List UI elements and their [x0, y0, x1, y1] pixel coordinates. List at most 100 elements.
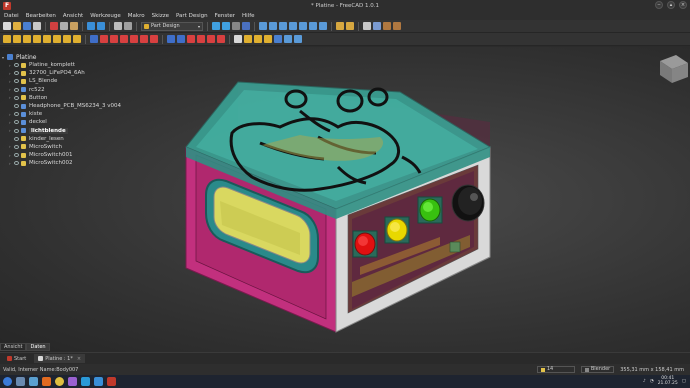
eye-icon[interactable]: [14, 112, 19, 117]
tree-item-microswitch001[interactable]: › MicroSwitch001: [2, 151, 152, 159]
clock[interactable]: 00:41 21.07.25: [658, 376, 678, 386]
tree-item-microswitch002[interactable]: › MicroSwitch002: [2, 159, 152, 167]
subtractive-pipe-icon[interactable]: [140, 35, 148, 43]
menu-werkzeuge[interactable]: Werkzeuge: [90, 13, 121, 19]
open-icon[interactable]: [13, 22, 21, 30]
menu-hilfe[interactable]: Hilfe: [242, 13, 255, 19]
file-manager-icon[interactable]: [29, 377, 38, 386]
boolean-icon[interactable]: [274, 35, 282, 43]
view-left-icon[interactable]: [319, 22, 327, 30]
thunderbird-icon[interactable]: [81, 377, 90, 386]
eye-icon[interactable]: [14, 95, 19, 100]
tree-item-kinder-lesen[interactable]: kinder_lesen: [2, 135, 152, 143]
dolphin-icon[interactable]: [94, 377, 103, 386]
measure-icon[interactable]: [336, 22, 344, 30]
navigation-cube[interactable]: [660, 55, 688, 83]
undo-icon[interactable]: [87, 22, 95, 30]
sprocket-icon[interactable]: [294, 35, 302, 43]
link-icon[interactable]: [383, 22, 391, 30]
menu-fenster[interactable]: Fenster: [215, 13, 235, 19]
tree-item-deckel[interactable]: › deckel: [2, 118, 152, 126]
view-rear-icon[interactable]: [299, 22, 307, 30]
polar-pattern-icon[interactable]: [254, 35, 262, 43]
network-icon[interactable]: ◔: [650, 379, 654, 384]
eye-icon[interactable]: [14, 136, 19, 141]
close-icon[interactable]: ×: [77, 356, 81, 362]
cut-icon[interactable]: [50, 22, 58, 30]
fit-all-icon[interactable]: [212, 22, 220, 30]
tree-item-button[interactable]: › Button: [2, 94, 152, 102]
view-right-icon[interactable]: [289, 22, 297, 30]
eye-icon[interactable]: [14, 87, 19, 92]
tree-item-lichtblende[interactable]: › lichtblende: [2, 127, 152, 135]
settings-icon[interactable]: [16, 377, 25, 386]
link-actions-icon[interactable]: [393, 22, 401, 30]
measure-clear-icon[interactable]: [346, 22, 354, 30]
redo-icon[interactable]: [97, 22, 105, 30]
map-sketch-icon[interactable]: [43, 35, 51, 43]
menu-ansicht[interactable]: Ansicht: [63, 13, 83, 19]
pad-icon[interactable]: [90, 35, 98, 43]
body-icon[interactable]: [3, 35, 11, 43]
shape-binder-icon[interactable]: [63, 35, 71, 43]
show-desktop-icon[interactable]: ▢: [682, 379, 686, 384]
datum-icon[interactable]: [73, 35, 81, 43]
tab-platine[interactable]: Platine : 1* ×: [34, 354, 86, 363]
chrome-icon[interactable]: [55, 377, 64, 386]
freecad-taskbar-icon[interactable]: [107, 377, 116, 386]
view-isometric-icon[interactable]: [259, 22, 267, 30]
workbench-selector[interactable]: Part Design ▾: [141, 21, 203, 31]
tree-item-headphone-pcb[interactable]: Headphone_PCB_MS6234_3 v004: [2, 102, 152, 110]
subtractive-loft-icon[interactable]: [130, 35, 138, 43]
navigation-style-selector[interactable]: Blender: [580, 366, 615, 373]
pocket-icon[interactable]: [100, 35, 108, 43]
copy-icon[interactable]: [60, 22, 68, 30]
print-icon[interactable]: [33, 22, 41, 30]
tab-ansicht[interactable]: Ansicht: [0, 343, 27, 351]
tree-item-platine-komplett[interactable]: › Platine_komplett: [2, 61, 152, 69]
thickness-icon[interactable]: [217, 35, 225, 43]
mirrored-icon[interactable]: [234, 35, 242, 43]
start-menu-icon[interactable]: [3, 377, 12, 386]
whats-this-icon[interactable]: [124, 22, 132, 30]
minimize-button[interactable]: ‒: [655, 1, 663, 9]
eye-icon[interactable]: [14, 79, 19, 84]
new-document-icon[interactable]: [3, 22, 11, 30]
tree-root[interactable]: ▾ Platine: [2, 53, 152, 61]
save-icon[interactable]: [23, 22, 31, 30]
bounding-box-icon[interactable]: [242, 22, 250, 30]
tab-daten[interactable]: Daten: [26, 343, 50, 351]
sketch-icon[interactable]: [13, 35, 21, 43]
linear-pattern-icon[interactable]: [244, 35, 252, 43]
draft-icon[interactable]: [207, 35, 215, 43]
app-icon[interactable]: [68, 377, 77, 386]
eye-icon[interactable]: [14, 128, 19, 133]
subtractive-helix-icon[interactable]: [150, 35, 158, 43]
part-icon[interactable]: [363, 22, 371, 30]
close-button[interactable]: ×: [679, 1, 687, 9]
group-icon[interactable]: [373, 22, 381, 30]
draw-style-icon[interactable]: [232, 22, 240, 30]
mirror-sketch-icon[interactable]: [53, 35, 61, 43]
revolution-icon[interactable]: [167, 35, 175, 43]
validate-sketch-icon[interactable]: [23, 35, 31, 43]
menu-bearbeiten[interactable]: Bearbeiten: [26, 13, 56, 19]
eye-icon[interactable]: [14, 120, 19, 125]
paste-icon[interactable]: [70, 22, 78, 30]
tab-start[interactable]: Start: [3, 354, 30, 363]
eye-icon[interactable]: [14, 161, 19, 166]
check-geometry-icon[interactable]: [33, 35, 41, 43]
eye-icon[interactable]: [14, 153, 19, 158]
tree-item-ls-blende[interactable]: › LS_Blende: [2, 77, 152, 85]
notification-counter[interactable]: 14: [536, 366, 575, 373]
maximize-button[interactable]: ▴: [667, 1, 675, 9]
view-front-icon[interactable]: [269, 22, 277, 30]
firefox-icon[interactable]: [42, 377, 51, 386]
volume-icon[interactable]: ♪: [643, 379, 646, 384]
refresh-icon[interactable]: [114, 22, 122, 30]
menu-datei[interactable]: Datei: [4, 13, 19, 19]
tree-item-microswitch[interactable]: › MicroSwitch: [2, 143, 152, 151]
fillet-icon[interactable]: [187, 35, 195, 43]
hole-icon[interactable]: [110, 35, 118, 43]
menu-skizze[interactable]: Skizze: [152, 13, 169, 19]
